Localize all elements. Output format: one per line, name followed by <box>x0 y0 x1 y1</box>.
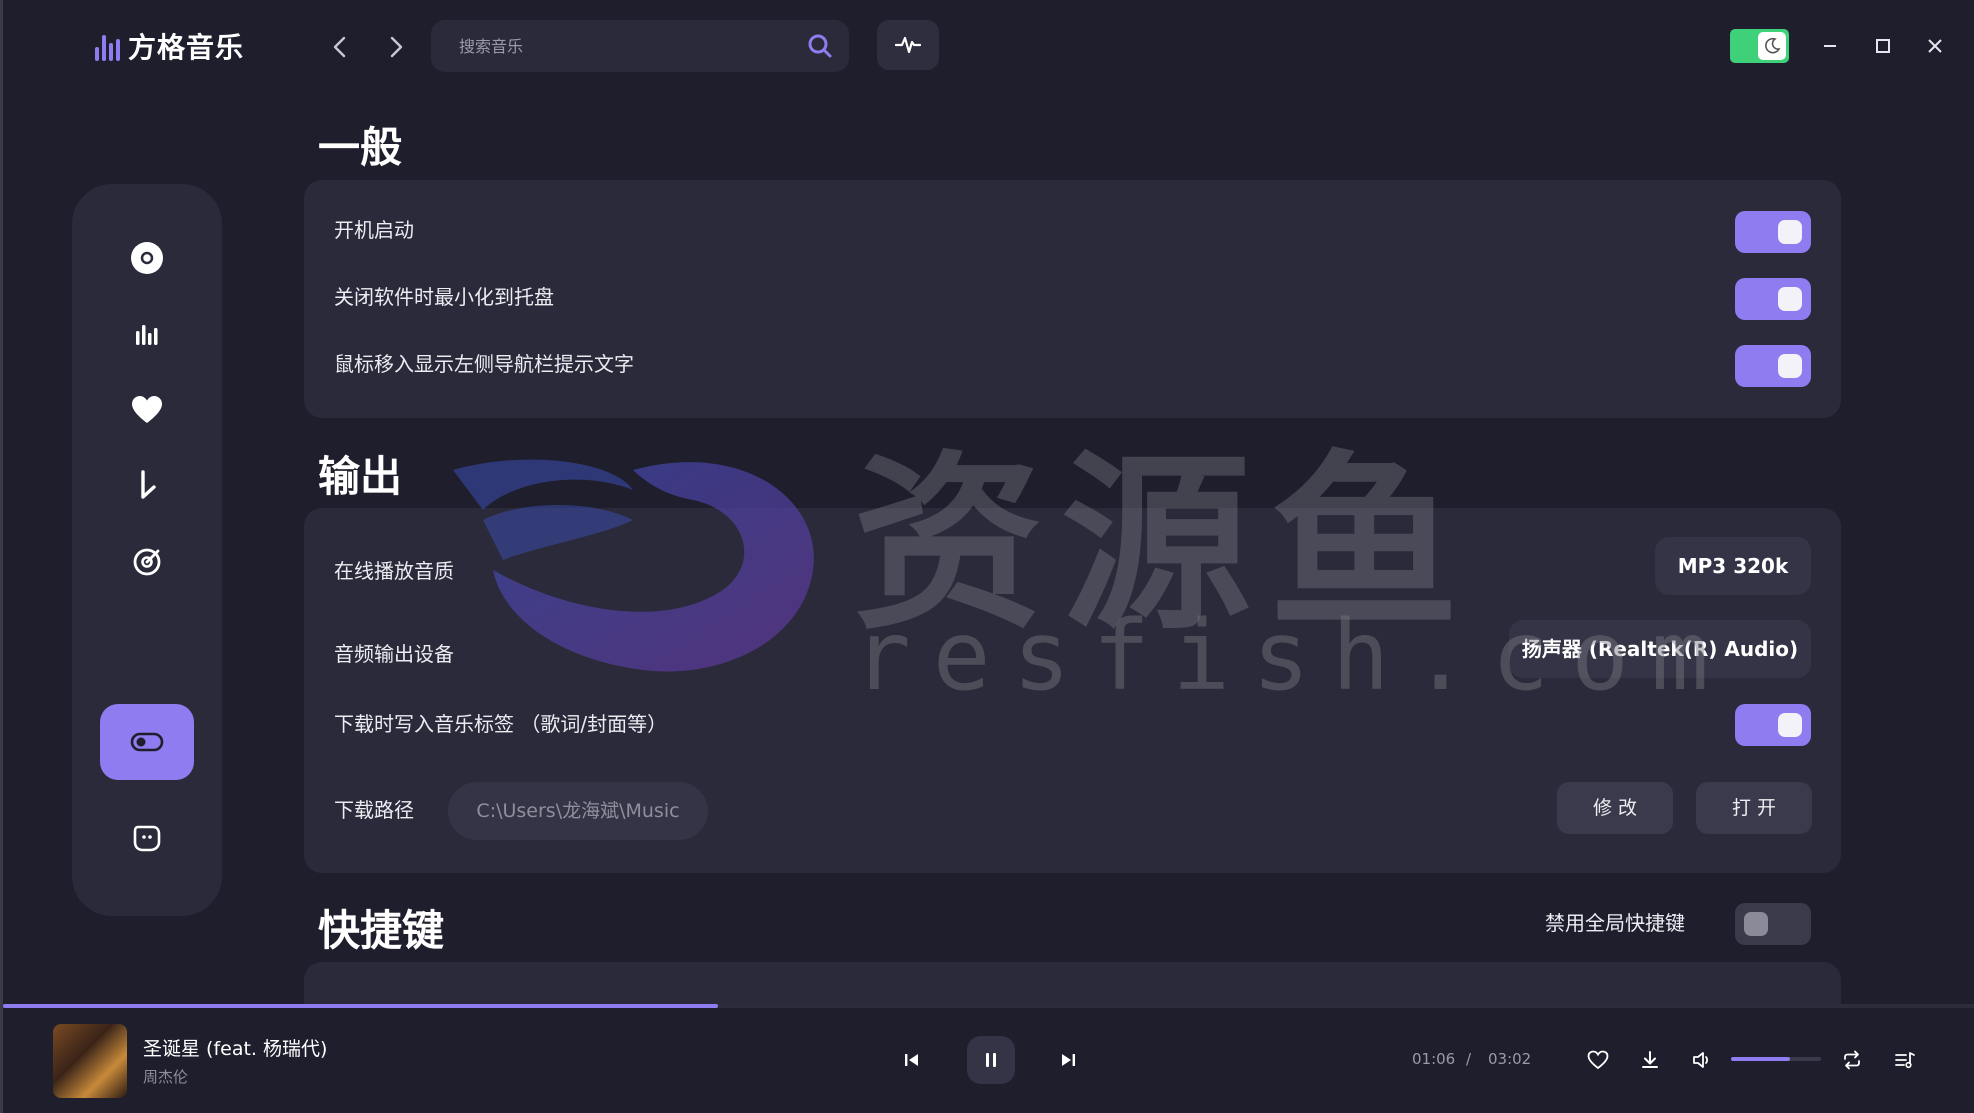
quality-label: 在线播放音质 <box>334 559 454 583</box>
song-artist[interactable]: 周杰伦 <box>143 1066 188 1087</box>
chart-bars-icon <box>136 325 158 345</box>
moon-icon <box>1758 32 1786 60</box>
song-title[interactable]: 圣诞星 (feat. 杨瑞代) <box>143 1034 327 1061</box>
write-tags-switch[interactable] <box>1735 704 1811 746</box>
minimize-tray-label: 关闭软件时最小化到托盘 <box>334 285 554 309</box>
back-arrow-icon[interactable] <box>325 30 355 64</box>
device-select[interactable]: 扬声器 (Realtek(R) Audio) <box>1509 620 1811 678</box>
sidebar-item-charts[interactable] <box>100 296 194 372</box>
theme-toggle[interactable] <box>1730 29 1789 63</box>
sidebar-item-discover[interactable] <box>100 220 194 296</box>
search-box <box>431 20 849 72</box>
forward-arrow-icon[interactable] <box>381 30 411 64</box>
progress-bar[interactable] <box>3 1004 1974 1008</box>
download-arrow-icon <box>141 470 156 499</box>
repeat-icon[interactable] <box>1838 1046 1866 1074</box>
general-card: 开机启动 关闭软件时最小化到托盘 鼠标移入显示左侧导航栏提示文字 <box>304 180 1841 418</box>
search-icon[interactable] <box>807 33 833 59</box>
app-window: 方格音乐 搜索音乐 一般 开机启动 关闭软件时最小化到托盘 鼠标移入显示左侧导航… <box>0 0 1974 1113</box>
total-time: 03:02 <box>1488 1050 1532 1068</box>
quality-select[interactable]: MP3 320k <box>1655 537 1811 595</box>
section-title-output: 输出 <box>318 452 403 501</box>
minimize-tray-switch[interactable] <box>1735 278 1811 320</box>
nav-tooltip-label: 鼠标移入显示左侧导航栏提示文字 <box>334 352 634 376</box>
like-heart-icon[interactable] <box>1584 1046 1612 1074</box>
section-title-shortcuts: 快捷键 <box>318 906 445 955</box>
app-logo: 方格音乐 <box>95 26 244 66</box>
output-card: 在线播放音质 MP3 320k 音频输出设备 扬声器 (Realtek(R) A… <box>304 508 1841 873</box>
download-path-field[interactable]: C:\Users\龙海斌\Music <box>448 782 708 840</box>
next-icon[interactable] <box>1055 1046 1081 1074</box>
app-title: 方格音乐 <box>128 31 245 64</box>
search-input[interactable] <box>459 20 789 72</box>
sidebar-item-favorites[interactable] <box>100 372 194 448</box>
pause-button[interactable] <box>967 1036 1015 1084</box>
pulse-icon <box>895 36 921 54</box>
progress-fill <box>3 1004 718 1008</box>
device-label: 音频输出设备 <box>334 642 454 666</box>
maximize-icon[interactable] <box>1865 28 1901 64</box>
album-cover[interactable] <box>53 1024 127 1098</box>
modify-path-button[interactable]: 修 改 <box>1557 782 1673 834</box>
download-icon[interactable] <box>1636 1046 1664 1074</box>
disc-icon <box>131 242 163 274</box>
disable-shortcuts-switch[interactable] <box>1735 903 1811 945</box>
playlist-icon[interactable] <box>1891 1046 1919 1074</box>
previous-icon[interactable] <box>899 1046 925 1074</box>
volume-icon[interactable] <box>1688 1046 1716 1074</box>
heart-icon <box>132 396 162 423</box>
volume-slider[interactable] <box>1731 1057 1821 1061</box>
write-tags-label: 下载时写入音乐标签 （歌词/封面等） <box>334 712 668 736</box>
current-time: 01:06 <box>1412 1050 1456 1068</box>
face-icon <box>133 825 161 852</box>
audio-wave-button[interactable] <box>877 20 939 70</box>
time-separator: / <box>1466 1050 1472 1068</box>
radar-icon <box>133 548 161 576</box>
nav-tooltip-switch[interactable] <box>1735 345 1811 387</box>
sidebar-item-about[interactable] <box>100 800 194 876</box>
sidebar <box>72 184 222 916</box>
pause-icon <box>986 1053 996 1067</box>
sidebar-item-settings[interactable] <box>100 704 194 780</box>
startup-switch[interactable] <box>1735 211 1811 253</box>
sidebar-item-radar[interactable] <box>100 524 194 600</box>
volume-fill <box>1731 1057 1790 1061</box>
logo-icon <box>95 31 120 61</box>
disable-shortcuts-label: 禁用全局快捷键 <box>1545 911 1685 935</box>
minimize-icon[interactable] <box>1812 28 1848 64</box>
startup-label: 开机启动 <box>334 218 414 242</box>
settings-toggle-icon <box>130 732 164 752</box>
download-path-label: 下载路径 <box>334 798 414 822</box>
sidebar-item-downloads[interactable] <box>100 448 194 524</box>
open-path-button[interactable]: 打 开 <box>1696 782 1812 834</box>
close-icon[interactable] <box>1917 28 1953 64</box>
section-title-general: 一般 <box>318 123 403 172</box>
